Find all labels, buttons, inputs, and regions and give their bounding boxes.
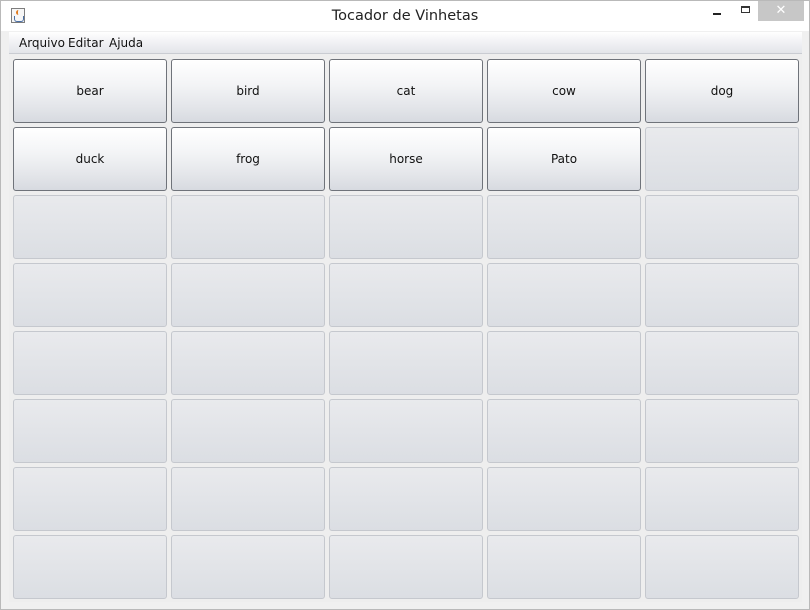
- empty-slot-button[interactable]: [13, 399, 167, 463]
- empty-slot-button[interactable]: [487, 399, 641, 463]
- empty-slot-button[interactable]: [171, 195, 325, 259]
- maximize-icon: [741, 6, 750, 13]
- empty-slot-button[interactable]: [329, 263, 483, 327]
- title-bar[interactable]: Tocador de Vinhetas ✕: [1, 1, 809, 31]
- empty-slot-button[interactable]: [13, 535, 167, 599]
- empty-slot-button[interactable]: [645, 467, 799, 531]
- empty-slot-button[interactable]: [487, 195, 641, 259]
- empty-slot-button[interactable]: [13, 195, 167, 259]
- menu-editar[interactable]: Editar: [68, 32, 104, 53]
- empty-slot-button[interactable]: [645, 263, 799, 327]
- sound-button-cow[interactable]: cow: [487, 59, 641, 123]
- menu-ajuda[interactable]: Ajuda: [109, 32, 143, 53]
- empty-slot-button[interactable]: [487, 535, 641, 599]
- sound-button-cat[interactable]: cat: [329, 59, 483, 123]
- sound-button-dog[interactable]: dog: [645, 59, 799, 123]
- empty-slot-button[interactable]: [329, 331, 483, 395]
- sound-button-pato[interactable]: Pato: [487, 127, 641, 191]
- sound-button-frog[interactable]: frog: [171, 127, 325, 191]
- empty-slot-button[interactable]: [171, 467, 325, 531]
- empty-slot-button[interactable]: [13, 263, 167, 327]
- empty-slot-button[interactable]: [645, 535, 799, 599]
- window-title: Tocador de Vinhetas: [331, 8, 479, 24]
- close-icon: ✕: [775, 3, 787, 18]
- empty-slot-button[interactable]: [487, 467, 641, 531]
- empty-slot-button[interactable]: [645, 399, 799, 463]
- empty-slot-button[interactable]: [645, 127, 799, 191]
- empty-slot-button[interactable]: [329, 399, 483, 463]
- sound-button-horse[interactable]: horse: [329, 127, 483, 191]
- empty-slot-button[interactable]: [487, 263, 641, 327]
- sound-button-bear[interactable]: bear: [13, 59, 167, 123]
- menu-bar: Arquivo Editar Ajuda: [9, 32, 802, 54]
- empty-slot-button[interactable]: [645, 195, 799, 259]
- minimize-button[interactable]: [703, 1, 731, 21]
- empty-slot-button[interactable]: [329, 535, 483, 599]
- empty-slot-button[interactable]: [171, 535, 325, 599]
- empty-slot-button[interactable]: [329, 195, 483, 259]
- empty-slot-button[interactable]: [171, 331, 325, 395]
- empty-slot-button[interactable]: [13, 467, 167, 531]
- empty-slot-button[interactable]: [645, 331, 799, 395]
- close-button[interactable]: ✕: [758, 1, 804, 21]
- empty-slot-button[interactable]: [171, 263, 325, 327]
- menu-arquivo[interactable]: Arquivo: [19, 32, 65, 53]
- sound-button-duck[interactable]: duck: [13, 127, 167, 191]
- empty-slot-button[interactable]: [13, 331, 167, 395]
- app-window: Tocador de Vinhetas ✕ Arquivo Editar Aju…: [0, 0, 810, 610]
- maximize-button[interactable]: [731, 1, 759, 21]
- empty-slot-button[interactable]: [171, 399, 325, 463]
- sound-button-grid: bear bird cat cow dog duck frog horse Pa…: [9, 54, 802, 602]
- empty-slot-button[interactable]: [329, 467, 483, 531]
- empty-slot-button[interactable]: [487, 331, 641, 395]
- sound-button-bird[interactable]: bird: [171, 59, 325, 123]
- minimize-icon: [713, 13, 721, 15]
